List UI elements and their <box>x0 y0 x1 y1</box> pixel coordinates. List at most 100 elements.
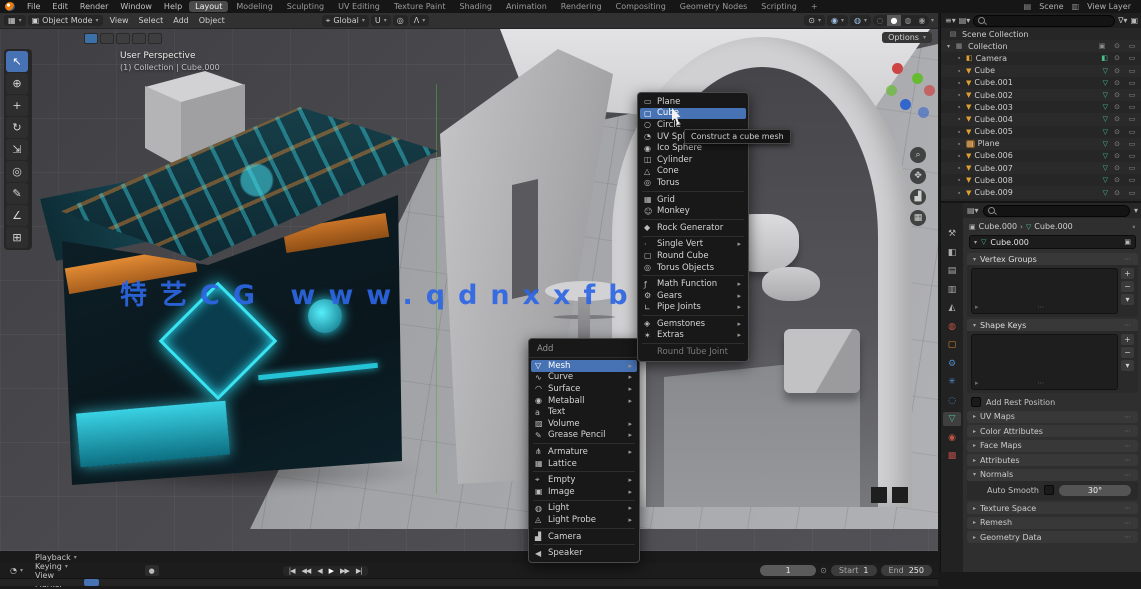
outliner-editor-type-button[interactable]: ≡▾ <box>945 16 956 25</box>
rotate-tool[interactable]: ↻ <box>6 117 28 138</box>
mesh-menu-item-monkey[interactable]: ☺ Monkey <box>638 205 748 217</box>
cursor-tool[interactable]: ⊕ <box>6 73 28 94</box>
outliner-row-cube-007[interactable]: ∙ ▼ Cube.007 ▽ ⊙ ▭ <box>941 162 1141 175</box>
render-visibility-icon[interactable]: ▭ <box>1126 152 1138 160</box>
mesh-menu-item-gemstones[interactable]: ◈ Gemstones ▸ <box>638 318 748 330</box>
add-menu-item-mesh[interactable]: ▽ Mesh ▸ <box>531 360 637 372</box>
pan-hand-icon[interactable]: ✥ <box>910 168 926 184</box>
navigation-axis-gizmo[interactable] <box>872 63 935 133</box>
corner-toggle-5[interactable] <box>148 33 162 44</box>
tab-render-icon[interactable]: ◧ <box>943 246 961 260</box>
eye-icon[interactable]: ⊙ <box>1111 67 1123 75</box>
add-shape-key-button[interactable]: + <box>1121 334 1134 345</box>
eye-icon[interactable]: ⊙ <box>1111 189 1123 197</box>
mesh-menu-item-math-function[interactable]: ƒ Math Function ▸ <box>638 278 748 290</box>
normals-panel-header[interactable]: ▾ Normals ⋯ <box>967 468 1138 481</box>
viewport-menu-view[interactable]: View <box>105 15 134 26</box>
outliner-row-cube-003[interactable]: ∙ ▼ Cube.003 ▽ ⊙ ▭ <box>941 101 1141 113</box>
workspace-tab-uv-editing[interactable]: UV Editing <box>332 1 386 12</box>
menu-window[interactable]: Window <box>114 2 158 11</box>
scale-tool[interactable]: ⇲ <box>6 139 28 160</box>
workspace-tab-layout[interactable]: Layout <box>189 1 229 12</box>
vertex-groups-header[interactable]: ▾ Vertex Groups ⋯ <box>967 253 1138 265</box>
mesh-menu-item-single-vert[interactable]: · Single Vert ▸ <box>638 239 748 251</box>
shield-icon[interactable]: ▣ <box>1124 238 1131 246</box>
eye-icon[interactable]: ⊙ <box>1111 91 1123 99</box>
preview-range-icon[interactable]: ⊙ <box>820 566 827 575</box>
vertex-groups-list[interactable]: ▸ ⋯ <box>971 268 1118 314</box>
jump-to-start-button[interactable]: |◀ <box>286 567 298 575</box>
rest-position-checkbox[interactable] <box>971 397 981 407</box>
add-menu-item-grease-pencil[interactable]: ✎ Grease Pencil ▸ <box>529 430 639 442</box>
play-button[interactable]: ▶ <box>326 567 336 575</box>
viewport-3d[interactable]: Options ▾ User Perspective (1) Collection… <box>0 29 938 551</box>
properties-editor-type-button[interactable]: ▤▾ <box>967 206 979 215</box>
workspace-tab-texture-paint[interactable]: Texture Paint <box>388 1 452 12</box>
mode-selector[interactable]: ▣ Object Mode ▾ <box>27 15 103 26</box>
eye-icon[interactable]: ⊙ <box>1111 42 1123 50</box>
render-visibility-icon[interactable]: ▭ <box>1126 115 1138 123</box>
shading-dropdown[interactable]: ▾ <box>931 17 934 24</box>
menu-edit[interactable]: Edit <box>46 2 74 11</box>
expand-arrow-icon[interactable]: ▾ <box>947 43 950 50</box>
workspace-tab-shading[interactable]: Shading <box>453 1 498 12</box>
current-frame-field[interactable]: 1 <box>760 565 817 576</box>
eye-icon[interactable]: ⊙ <box>1111 164 1123 172</box>
annotate-tool[interactable]: ✎ <box>6 183 28 204</box>
add-menu-item-curve[interactable]: ∿ Curve ▸ <box>529 372 639 384</box>
falloff-selector[interactable]: Λ ▾ <box>409 15 430 26</box>
render-visibility-icon[interactable]: ▭ <box>1126 42 1138 50</box>
panel-header-texture-space[interactable]: ▸ Texture Space ⋯ <box>967 502 1138 514</box>
play-reverse-button[interactable]: ◀ <box>314 567 324 575</box>
render-visibility-icon[interactable]: ▭ <box>1126 164 1138 172</box>
outliner-options-button[interactable]: ▣ <box>1130 16 1138 25</box>
wireframe-shading-button[interactable]: ◌ <box>873 15 887 26</box>
outliner-row-cube-005[interactable]: ∙ ▼ Cube.005 ▽ ⊙ ▭ <box>941 126 1141 138</box>
remove-shape-key-button[interactable]: − <box>1121 347 1134 358</box>
frame-end-field[interactable]: End 250 <box>880 565 932 576</box>
auto-keying-toggle[interactable]: ● <box>144 565 159 576</box>
scene-selector[interactable]: Scene <box>1039 2 1063 11</box>
transform-tool[interactable]: ◎ <box>6 161 28 182</box>
mesh-menu-item-torus[interactable]: ◎ Torus <box>638 177 748 189</box>
view-layer-selector[interactable]: View Layer <box>1087 2 1131 11</box>
add-menu-item-image[interactable]: ▣ Image ▸ <box>529 486 639 498</box>
tab-output-icon[interactable]: ▤ <box>943 264 961 278</box>
menu-file[interactable]: File <box>21 2 46 11</box>
outliner-row-collection[interactable]: ▾ ▦ Collection ▣ ⊙ ▭ <box>941 40 1141 53</box>
corner-toggle-4[interactable] <box>132 33 146 44</box>
add-menu-item-lattice[interactable]: ▦ Lattice <box>529 458 639 470</box>
workspace-tab-scripting[interactable]: Scripting <box>755 1 803 12</box>
properties-search-box[interactable] <box>982 204 1130 217</box>
viewport-menu-select[interactable]: Select <box>134 15 169 26</box>
properties-search-input[interactable] <box>997 206 1125 215</box>
visibility-dropdown[interactable]: ⊙ ▾ <box>804 15 825 26</box>
eye-icon[interactable]: ⊙ <box>1111 152 1123 160</box>
measure-tool[interactable]: ∠ <box>6 205 28 226</box>
add-menu-item-light-probe[interactable]: ◬ Light Probe ▸ <box>529 514 639 526</box>
render-visibility-icon[interactable]: ▭ <box>1126 91 1138 99</box>
overlays-dropdown[interactable]: ◍ ▾ <box>849 15 871 26</box>
render-visibility-icon[interactable]: ▭ <box>1126 128 1138 136</box>
mesh-menu-item-cylinder[interactable]: ◫ Cylinder <box>638 154 748 166</box>
datablock-name-field[interactable]: ▾ ▽ Cube.000 ▣ <box>969 235 1136 249</box>
outliner-row-cube-009[interactable]: ∙ ▼ Cube.009 ▽ ⊙ ▭ <box>941 186 1141 199</box>
outliner-row-cube-001[interactable]: ∙ ▼ Cube.001 ▽ ⊙ ▭ <box>941 77 1141 89</box>
snap-toggle[interactable]: U ▾ <box>370 15 391 26</box>
prev-keyframe-button[interactable]: ◀◀ <box>298 567 313 575</box>
rendered-shading-button[interactable]: ◉ <box>915 15 929 26</box>
tab-world-icon[interactable]: ◍ <box>943 320 961 334</box>
exclude-checkbox[interactable]: ▣ <box>1096 42 1108 50</box>
eye-icon[interactable]: ⊙ <box>1111 54 1123 62</box>
auto-smooth-checkbox[interactable] <box>1043 485 1054 495</box>
auto-smooth-angle-field[interactable]: 30° <box>1058 484 1131 496</box>
render-visibility-icon[interactable]: ▭ <box>1126 79 1138 87</box>
corner-toggle-3[interactable] <box>116 33 130 44</box>
add-menu-item-surface[interactable]: ◠ Surface ▸ <box>529 383 639 395</box>
outliner-row-cube[interactable]: ∙ ▼ Cube ▽ ⊙ ▭ <box>941 64 1141 77</box>
eye-icon[interactable]: ⊙ <box>1111 176 1123 184</box>
tab-physics-icon[interactable]: ◌ <box>943 394 961 408</box>
timeline-menu-playback[interactable]: Playback ▾ <box>31 553 81 562</box>
options-dropdown[interactable]: Options ▾ <box>882 32 932 43</box>
outliner-row-cube-006[interactable]: ∙ ▼ Cube.006 ▽ ⊙ ▭ <box>941 150 1141 162</box>
